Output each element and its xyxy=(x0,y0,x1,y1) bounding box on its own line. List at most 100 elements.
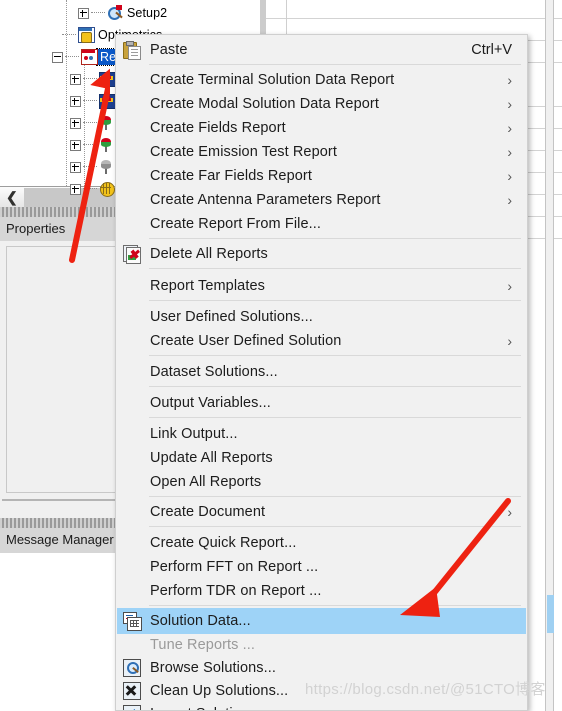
chevron-right-icon: › xyxy=(507,144,512,160)
chevron-left-icon[interactable]: ❮ xyxy=(6,189,18,206)
chevron-right-icon: › xyxy=(507,504,512,520)
chevron-right-icon: › xyxy=(507,120,512,136)
menu-item-label: Create Document xyxy=(150,504,266,520)
menu-item-label: Create Far Fields Report xyxy=(150,168,312,184)
menu-separator xyxy=(149,526,521,527)
menu-item-icon xyxy=(123,682,141,700)
menu-item-label: Import Solutions xyxy=(150,706,256,710)
expand-toggle-icon[interactable] xyxy=(70,117,81,129)
menu-item-label: Create Quick Report... xyxy=(150,535,297,551)
chevron-right-icon: › xyxy=(507,72,512,88)
tree-connector xyxy=(83,188,97,190)
expand-toggle-icon[interactable] xyxy=(70,73,81,85)
menu-item-dataset-solutions[interactable]: Dataset Solutions... xyxy=(117,359,526,385)
menu-item-label: Create Report From File... xyxy=(150,216,322,232)
menu-item-user-defined-solutions[interactable]: User Defined Solutions... xyxy=(117,304,526,330)
menu-item-label: Link Output... xyxy=(150,426,238,442)
right-scrollbar-thumb[interactable] xyxy=(547,595,554,633)
tree-connector xyxy=(65,56,79,58)
menu-item-delete-all-reports[interactable]: ✖ Delete All Reports xyxy=(117,241,526,267)
menu-separator xyxy=(149,605,521,606)
far-field-icon xyxy=(99,181,115,197)
results-context-menu[interactable]: Paste Ctrl+V Create Terminal Solution Data… xyxy=(115,34,528,711)
menu-item-link-output[interactable]: Link Output... xyxy=(117,421,526,447)
menu-item-label: Open All Reports xyxy=(150,474,262,490)
menu-item-label: Create User Defined Solution xyxy=(150,333,342,349)
menu-item-icon xyxy=(123,705,141,710)
plot-icon xyxy=(99,93,116,109)
menu-item-label: Create Fields Report xyxy=(150,120,286,136)
menu-separator xyxy=(149,496,521,497)
field-plot-icon xyxy=(99,115,115,131)
optimetrics-icon xyxy=(78,27,95,43)
expand-toggle-icon[interactable] xyxy=(70,95,81,107)
menu-item-label: Solution Data... xyxy=(150,613,251,629)
menu-item-label: Clean Up Solutions... xyxy=(150,683,289,699)
expand-toggle-icon[interactable] xyxy=(70,161,81,173)
expand-toggle-icon[interactable] xyxy=(78,7,89,19)
watermark-text: https://blog.csdn.net/@51CTO博客 xyxy=(305,681,546,698)
menu-item-create-fields-report[interactable]: Create Fields Report › xyxy=(117,115,526,141)
menu-item-perform-tdr-on-report[interactable]: Perform TDR on Report ... xyxy=(117,578,526,604)
tree-connector xyxy=(83,100,97,102)
menu-item-label: Create Emission Test Report xyxy=(150,144,337,160)
chevron-right-icon: › xyxy=(507,278,512,294)
menu-item-create-terminal-solution-data-report[interactable]: Create Terminal Solution Data Report › xyxy=(117,67,526,93)
chevron-right-icon: › xyxy=(507,192,512,208)
menu-item-perform-fft-on-report[interactable]: Perform FFT on Report ... xyxy=(117,554,526,580)
menu-item-label: Update All Reports xyxy=(150,450,273,466)
menu-item-icon xyxy=(123,612,142,631)
menu-item-report-templates[interactable]: Report Templates › xyxy=(117,273,526,299)
menu-item-solution-data[interactable]: Solution Data... xyxy=(117,608,526,634)
tree-connector xyxy=(91,12,105,14)
menu-item-label: Create Terminal Solution Data Report xyxy=(150,72,395,88)
menu-separator xyxy=(149,238,521,239)
menu-item-paste[interactable]: Paste Ctrl+V xyxy=(117,37,526,63)
menu-item-open-all-reports[interactable]: Open All Reports xyxy=(117,469,526,495)
menu-item-create-antenna-parameters-report[interactable]: Create Antenna Parameters Report › xyxy=(117,187,526,213)
collapse-toggle-icon[interactable] xyxy=(52,51,63,63)
field-plot-gray-icon xyxy=(99,159,115,175)
menu-item-create-document[interactable]: Create Document › xyxy=(117,499,526,525)
menu-item-create-user-defined-solution[interactable]: Create User Defined Solution › xyxy=(117,328,526,354)
tree-connector xyxy=(83,122,97,124)
menu-item-icon xyxy=(123,41,141,60)
chevron-right-icon: › xyxy=(507,168,512,184)
tree-connector xyxy=(83,144,97,146)
message-manager-title: Message Manager xyxy=(6,532,114,547)
menu-item-create-far-fields-report[interactable]: Create Far Fields Report › xyxy=(117,163,526,189)
expand-toggle-icon[interactable] xyxy=(70,183,81,195)
results-icon xyxy=(81,49,98,65)
chevron-right-icon: › xyxy=(507,96,512,112)
menu-item-shortcut: Ctrl+V xyxy=(471,42,512,58)
properties-title: Properties xyxy=(6,221,66,236)
field-plot-icon xyxy=(99,137,115,153)
menu-item-create-report-from-file[interactable]: Create Report From File... xyxy=(117,211,526,237)
menu-separator xyxy=(149,268,521,269)
tree-connector xyxy=(62,34,76,36)
menu-item-create-quick-report[interactable]: Create Quick Report... xyxy=(117,530,526,556)
menu-item-create-modal-solution-data-report[interactable]: Create Modal Solution Data Report › xyxy=(117,91,526,117)
menu-item-label: Tune Reports ... xyxy=(150,637,256,653)
menu-separator xyxy=(149,64,521,65)
menu-item-label: Delete All Reports xyxy=(150,246,268,262)
tree-connector xyxy=(83,78,97,80)
menu-separator xyxy=(149,417,521,418)
tree-item-0[interactable]: Setup2 xyxy=(78,2,167,24)
menu-item-import-solutions[interactable]: Import Solutions xyxy=(117,701,526,710)
tree-item-label: Setup2 xyxy=(127,6,168,20)
setup-icon xyxy=(107,5,123,21)
tree-connector xyxy=(83,166,97,168)
menu-item-label: Dataset Solutions... xyxy=(150,364,278,380)
menu-item-label: User Defined Solutions... xyxy=(150,309,313,325)
menu-item-create-emission-test-report[interactable]: Create Emission Test Report › xyxy=(117,139,526,165)
menu-separator xyxy=(149,355,521,356)
menu-item-label: Output Variables... xyxy=(150,395,271,411)
expand-toggle-icon[interactable] xyxy=(70,139,81,151)
chevron-right-icon: › xyxy=(507,333,512,349)
menu-item-icon: ✖ xyxy=(123,245,141,264)
menu-item-icon xyxy=(123,659,141,677)
menu-item-output-variables[interactable]: Output Variables... xyxy=(117,390,526,416)
menu-item-update-all-reports[interactable]: Update All Reports xyxy=(117,445,526,471)
sheet-gridline xyxy=(266,18,562,19)
